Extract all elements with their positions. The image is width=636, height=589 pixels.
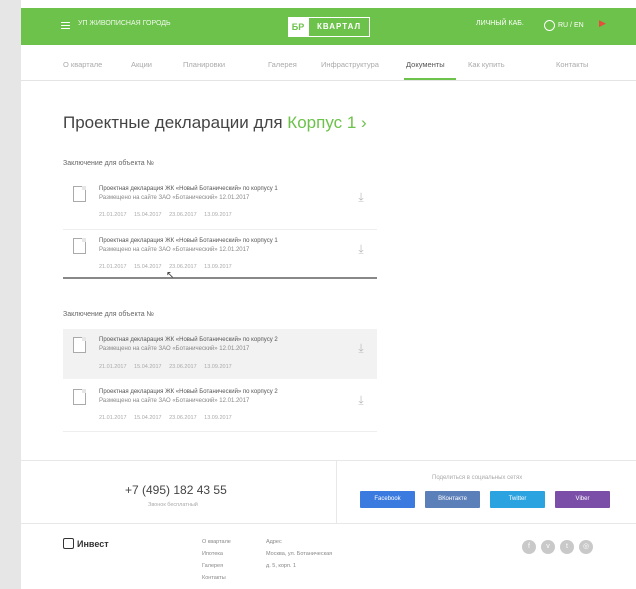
language-switch[interactable]: RU / EN [544, 20, 584, 31]
tab-contacts[interactable]: Контакты [556, 60, 588, 69]
document-item[interactable]: Проектная декларация ЖК «Новый Ботаничес… [63, 329, 377, 379]
tab-about[interactable]: О квартале [63, 60, 102, 69]
share-facebook-button[interactable]: Facebook [360, 491, 415, 508]
page: УП ЖИВОПИСНАЯ ГОРОДЬ БР КВАРТАЛ ЛИЧНЫЙ К… [21, 0, 636, 589]
language-label: RU / EN [558, 22, 584, 29]
logo-icon [63, 538, 74, 549]
site-logo[interactable]: БР КВАРТАЛ [288, 17, 371, 37]
contact-strip: +7 (495) 182 43 55 Звонок бесплатный Под… [21, 460, 636, 524]
document-item[interactable]: Проектная декларация ЖК «Новый Ботаничес… [63, 230, 377, 280]
building-selector[interactable]: Корпус 1 › [287, 113, 366, 132]
active-tab-indicator [404, 78, 456, 80]
footer-logo-text: Инвест [77, 538, 109, 549]
page-title-prefix: Проектные декларации для [63, 113, 288, 132]
vk-icon[interactable]: v [541, 540, 555, 554]
footer-link[interactable]: Галерея [202, 560, 231, 572]
footer-links: О квартале Ипотека Галерея Контакты [202, 536, 231, 584]
download-icon[interactable]: ⤓ [355, 190, 367, 204]
document-title: Проектная декларация ЖК «Новый Ботаничес… [99, 186, 278, 192]
logo-text: КВАРТАЛ [308, 17, 371, 37]
document-subtitle: Размещено на сайте ЗАО «Ботанический» 12… [99, 346, 250, 352]
document-title: Проектная декларация ЖК «Новый Ботаничес… [99, 238, 278, 244]
twitter-icon[interactable]: t [560, 540, 574, 554]
instagram-icon[interactable]: ◎ [579, 540, 593, 554]
share-vk-button[interactable]: ВКонтакте [425, 491, 480, 508]
footer-logo[interactable]: Инвест [63, 538, 109, 549]
globe-icon [544, 20, 555, 31]
phone-caption: Звонок бесплатный [148, 502, 198, 508]
document-item[interactable]: Проектная декларация ЖК «Новый Ботаничес… [63, 178, 377, 228]
document-dates: 21.01.2017 15.04.2017 23.06.2017 13.09.2… [99, 212, 232, 218]
document-icon [73, 186, 86, 202]
document-title: Проектная декларация ЖК «Новый Ботаничес… [99, 389, 278, 395]
footer-address-line: Москва, ул. Ботаническая [266, 551, 333, 557]
download-icon[interactable]: ⤓ [355, 341, 367, 355]
tab-offers[interactable]: Акции [131, 60, 152, 69]
document-icon [73, 238, 86, 254]
footer-link[interactable]: Контакты [202, 572, 231, 584]
share-viber-button[interactable]: Viber [555, 491, 610, 508]
tab-infrastructure[interactable]: Инфраструктура [321, 60, 379, 69]
tab-how-to-buy[interactable]: Как купить [468, 60, 505, 69]
download-icon[interactable]: ⤓ [355, 242, 367, 256]
section-label: Заключение для объекта № [63, 311, 155, 318]
divider [63, 431, 377, 432]
chevron-right-icon: › [356, 113, 367, 132]
document-dates: 21.01.2017 15.04.2017 23.06.2017 13.09.2… [99, 415, 232, 421]
logo-badge: БР [288, 17, 308, 37]
flag-icon[interactable]: ▶ [599, 18, 606, 29]
location-link[interactable]: УП ЖИВОПИСНАЯ ГОРОДЬ [78, 20, 171, 27]
divider [63, 277, 377, 279]
account-link[interactable]: ЛИЧНЫЙ КАБ. [476, 20, 524, 27]
tab-documents[interactable]: Документы [406, 60, 445, 69]
download-icon[interactable]: ⤓ [355, 393, 367, 407]
footer-link[interactable]: Ипотека [202, 548, 231, 560]
document-subtitle: Размещено на сайте ЗАО «Ботанический» 12… [99, 195, 250, 201]
menu-icon[interactable] [61, 22, 70, 30]
document-icon [73, 389, 86, 405]
share-title: Поделиться в социальных сетях [432, 475, 523, 481]
footer-address: Адрес Москва, ул. Ботаническая д. 5, кор… [266, 536, 332, 572]
facebook-icon[interactable]: f [522, 540, 536, 554]
document-dates: 21.01.2017 15.04.2017 23.06.2017 13.09.2… [99, 364, 232, 370]
footer-link[interactable]: О квартале [202, 536, 231, 548]
page-title: Проектные декларации для Корпус 1 › [63, 113, 367, 133]
document-title: Проектная декларация ЖК «Новый Ботаничес… [99, 337, 278, 343]
top-header: УП ЖИВОПИСНАЯ ГОРОДЬ БР КВАРТАЛ ЛИЧНЫЙ К… [21, 8, 636, 45]
section-nav: О квартале Акции Планировки Галерея Инфр… [21, 54, 636, 81]
footer-address-title: Адрес [266, 539, 282, 545]
page-title-accent: Корпус 1 [287, 113, 357, 132]
document-subtitle: Размещено на сайте ЗАО «Ботанический» 12… [99, 398, 250, 404]
mouse-cursor-icon: ↖ [166, 270, 175, 281]
document-item[interactable]: Проектная декларация ЖК «Новый Ботаничес… [63, 381, 377, 431]
phone-number[interactable]: +7 (495) 182 43 55 [125, 483, 227, 497]
tab-layouts[interactable]: Планировки [183, 60, 225, 69]
document-icon [73, 337, 86, 353]
section-label: Заключение для объекта № [63, 160, 155, 167]
document-subtitle: Размещено на сайте ЗАО «Ботанический» 12… [99, 247, 250, 253]
divider [336, 461, 337, 523]
tab-gallery[interactable]: Галерея [268, 60, 297, 69]
footer-address-line: д. 5, корп. 1 [266, 563, 297, 569]
share-twitter-button[interactable]: Twitter [490, 491, 545, 508]
